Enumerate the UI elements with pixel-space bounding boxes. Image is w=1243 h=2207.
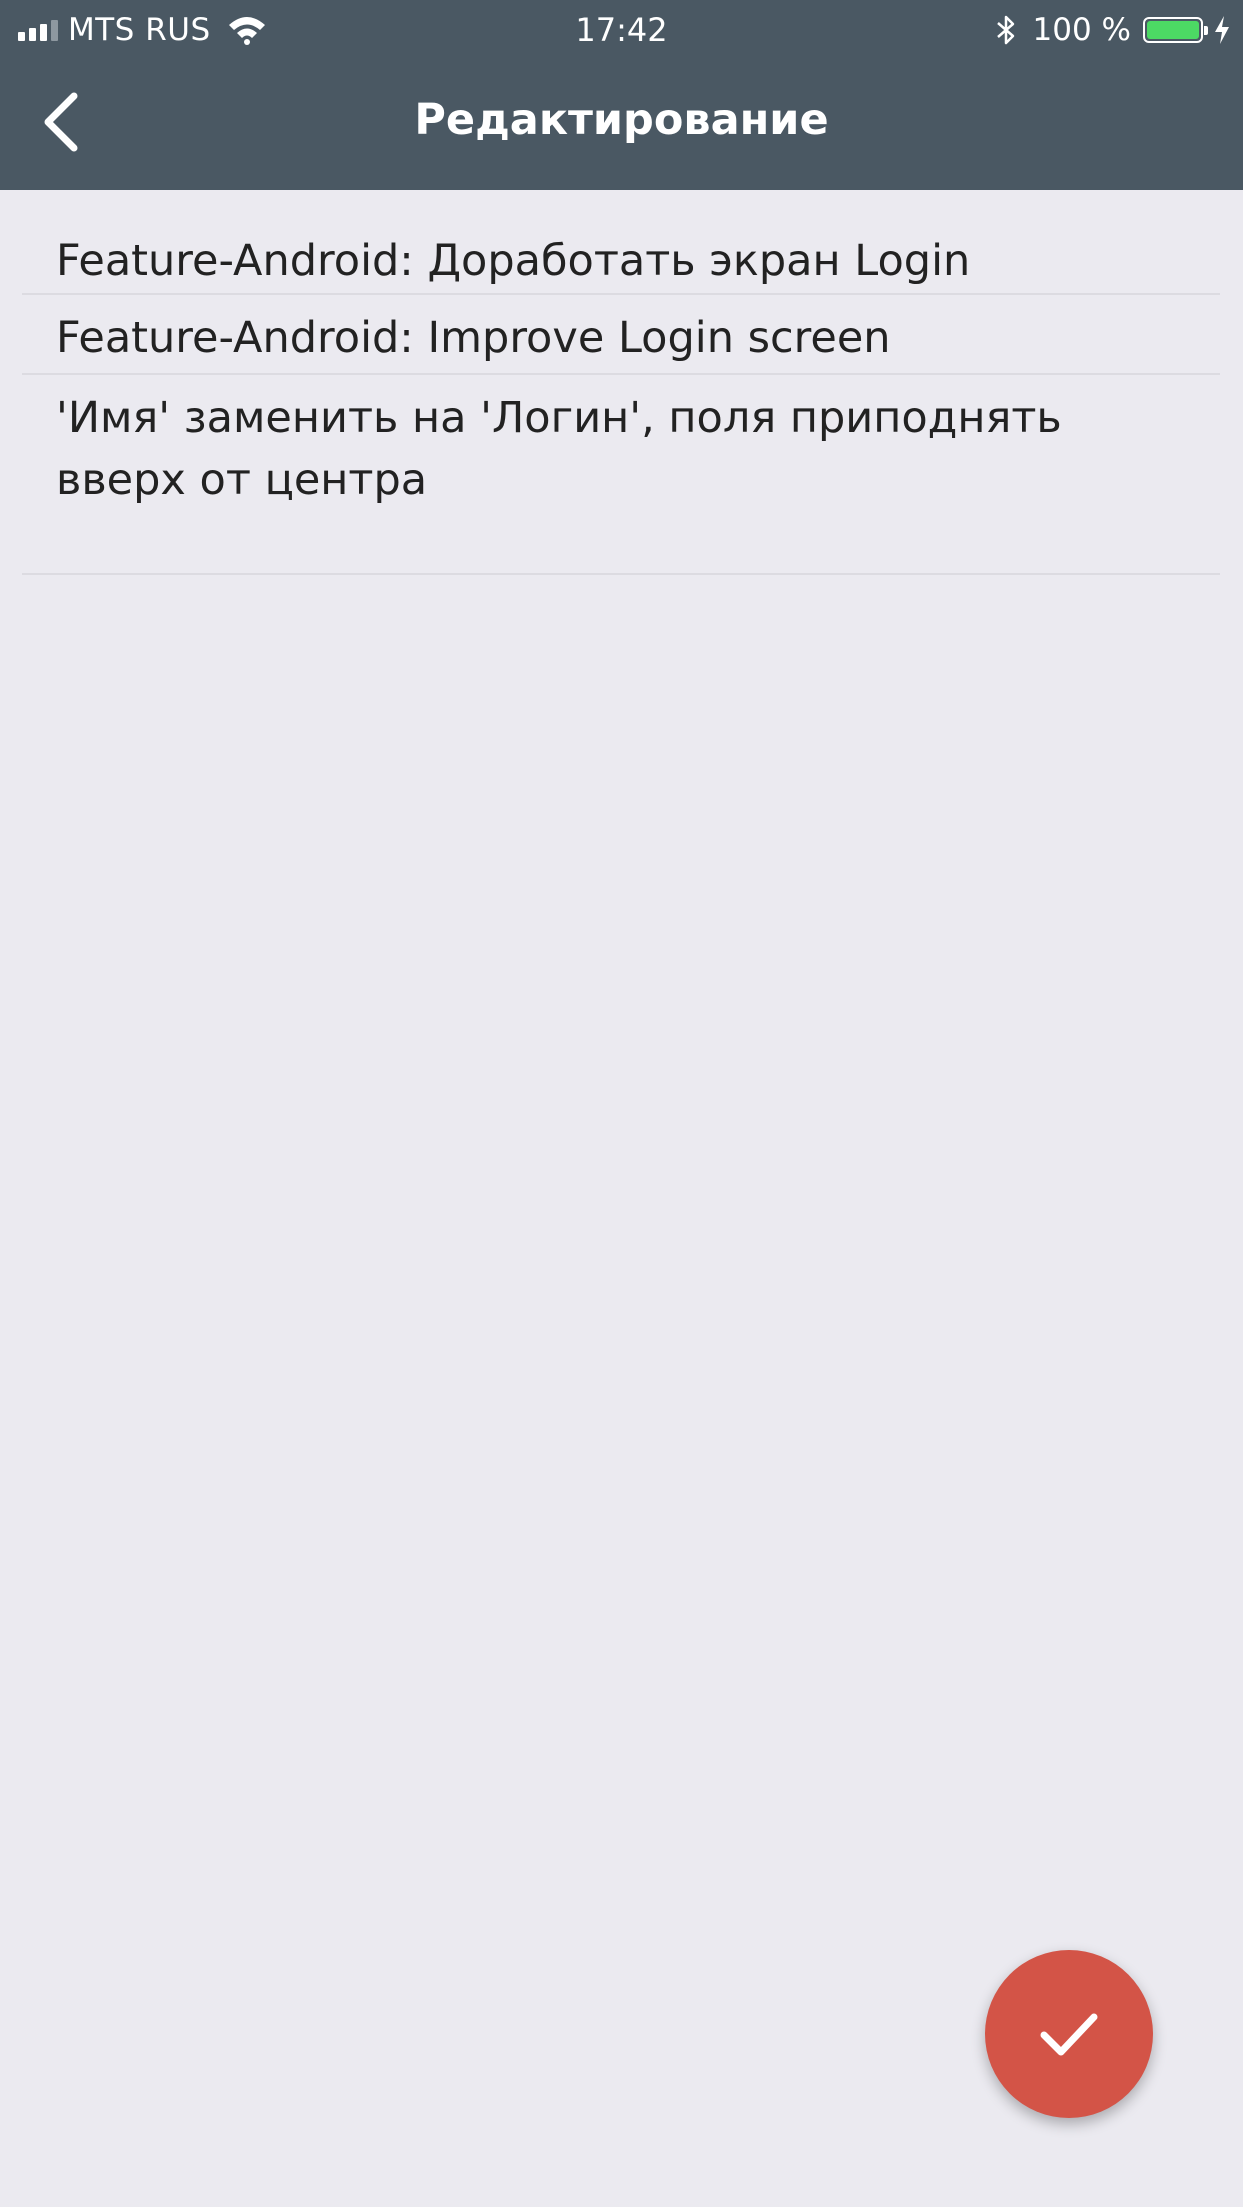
- battery-percent: 100 %: [1032, 12, 1131, 48]
- top-bar: MTS RUS 17:42 100 % Редактирование: [0, 0, 1243, 190]
- title-en-field[interactable]: Feature-Android: Improve Login screen: [22, 295, 1220, 375]
- battery-icon: [1143, 17, 1208, 43]
- save-button[interactable]: [985, 1950, 1153, 2118]
- checkmark-icon: [1040, 2013, 1098, 2056]
- description-field[interactable]: 'Имя' заменить на 'Логин', поля приподня…: [22, 375, 1220, 575]
- page-title: Редактирование: [414, 95, 829, 145]
- title-ru-field[interactable]: Feature-Android: Доработать экран Login: [22, 190, 1220, 295]
- status-bar: MTS RUS 17:42 100 %: [0, 0, 1243, 60]
- charging-bolt-icon: [1215, 16, 1229, 44]
- title-en-text: Feature-Android: Improve Login screen: [56, 313, 891, 363]
- description-text: 'Имя' заменить на 'Логин', поля приподня…: [56, 393, 1062, 505]
- status-right: 100 %: [995, 10, 1231, 50]
- bluetooth-icon: [996, 15, 1014, 45]
- title-ru-text: Feature-Android: Доработать экран Login: [56, 236, 971, 286]
- navigation-bar: Редактирование: [0, 60, 1243, 190]
